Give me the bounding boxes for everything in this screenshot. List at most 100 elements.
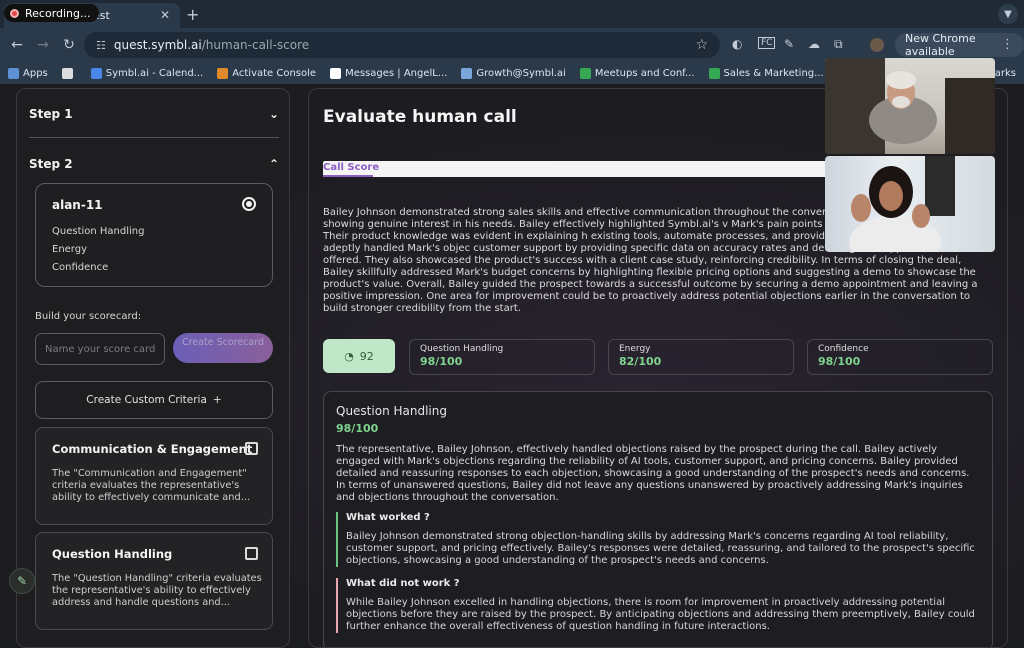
bookmark-item[interactable]: Meetups and Conf... — [579, 67, 695, 79]
what-worked-body: Bailey Johnson demonstrated strong objec… — [346, 531, 975, 566]
metric-question-handling[interactable]: Question Handling 98/100 — [409, 339, 595, 375]
participant-2-image — [849, 156, 955, 252]
bookmark-label: Sales & Marketing... — [723, 67, 824, 79]
overall-score: 92 — [359, 349, 374, 363]
bookmark-label: Growth@Symbl.ai — [476, 67, 566, 79]
what-did-not-work-heading: What did not work ? — [346, 578, 460, 589]
participant-1-image — [825, 58, 995, 154]
chevron-up-icon: ⌃ — [268, 157, 279, 171]
chevron-down-icon: ⌄ — [268, 107, 279, 121]
what-did-not-work-section: What did not work ? While Bailey Johnson… — [336, 578, 976, 633]
detail-body: The representative, Bailey Johnson, effe… — [336, 444, 970, 503]
tab-search-icon[interactable]: ▼ — [998, 4, 1018, 24]
bookmark-item[interactable]: Sales & Marketing... — [708, 67, 824, 79]
url-host: quest.symbl.ai — [113, 38, 202, 52]
build-scorecard-label: Build your scorecard: — [35, 311, 142, 322]
page-title: Evaluate human call — [323, 107, 517, 127]
scorecard-name-input[interactable] — [35, 333, 165, 365]
plus-icon: + — [212, 394, 222, 406]
overall-score-badge: ◔ 92 — [323, 339, 395, 373]
metric-name: Energy — [619, 344, 651, 354]
bookmark-favicon-icon — [579, 67, 591, 79]
what-worked-section: What worked ? Bailey Johnson demonstrate… — [336, 512, 976, 567]
chrome-menu-icon[interactable]: ⋮ — [1001, 37, 1014, 52]
criteria-card-title: Communication & Engagement — [52, 442, 253, 456]
bookmark-item[interactable]: Messages | AngelL... — [330, 67, 448, 79]
bookmark-favicon-icon — [90, 67, 102, 79]
detail-score: 98/100 — [336, 422, 379, 435]
back-icon[interactable]: ← — [4, 37, 30, 53]
criteria-card-question-handling[interactable]: Question Handling The "Question Handling… — [35, 532, 273, 630]
bookmark-favicon-icon — [61, 67, 73, 79]
bookmark-favicon-icon — [461, 67, 473, 79]
bookmark-label: Symbl.ai - Calend... — [105, 67, 204, 79]
bookmarks-overflow[interactable]: arks — [995, 68, 1024, 79]
criteria-item: Question Handling — [52, 226, 145, 237]
site-info-icon[interactable]: ☷ — [96, 39, 106, 52]
url-field[interactable]: ☷ quest.symbl.ai/human-call-score ☆ — [84, 32, 720, 58]
url-path: /human-call-score — [201, 38, 310, 52]
recording-indicator[interactable]: Recording... — [4, 4, 99, 22]
metric-confidence[interactable]: Confidence 98/100 — [807, 339, 993, 375]
bookmark-label: Apps — [23, 67, 48, 79]
step-2-header[interactable]: Step 2 ⌃ — [29, 157, 279, 171]
bookmark-star-icon[interactable]: ☆ — [695, 37, 708, 53]
address-bar-row: ← → ↻ ☷ quest.symbl.ai/human-call-score … — [0, 28, 1024, 62]
scorecard-sidebar: Step 1 ⌄ Step 2 ⌃ alan-11 Question Handl… — [16, 88, 290, 648]
bookmark-item[interactable]: Growth@Symbl.ai — [461, 67, 566, 79]
bookmark-favicon-icon — [217, 67, 229, 79]
extensions-puzzle-icon[interactable]: ⧉ — [834, 37, 843, 52]
bookmark-label: Messages | AngelL... — [345, 67, 448, 79]
scorecard-title: alan-11 — [52, 198, 103, 212]
bookmark-label: Activate Console — [232, 67, 317, 79]
edit-pencil-icon[interactable]: ✎ — [9, 568, 35, 594]
bookmark-item[interactable]: Symbl.ai - Calend... — [90, 67, 204, 79]
radio-selected-icon[interactable] — [242, 197, 256, 211]
extension-icon[interactable]: ◐ — [732, 37, 742, 51]
record-icon — [10, 8, 19, 18]
criteria-card-communication[interactable]: Communication & Engagement The "Communic… — [35, 427, 273, 525]
bookmark-item[interactable] — [61, 67, 77, 79]
create-custom-criteria-button[interactable]: Create Custom Criteria + — [35, 381, 273, 419]
step-1-header[interactable]: Step 1 ⌄ — [29, 107, 279, 121]
bookmark-favicon-icon — [8, 67, 19, 79]
gauge-icon: ◔ — [344, 349, 354, 363]
bookmark-favicon-icon — [708, 67, 720, 79]
checkbox[interactable] — [245, 442, 258, 455]
bookmark-favicon-icon — [330, 67, 342, 79]
video-participant-1 — [825, 58, 995, 154]
criteria-detail-card: Question Handling 98/100 The representat… — [323, 391, 993, 647]
tab-call-score[interactable]: Call Score — [323, 162, 379, 173]
new-tab-icon[interactable]: + — [186, 5, 199, 24]
divider — [29, 137, 279, 138]
bookmark-item[interactable]: Activate Console — [217, 67, 317, 79]
checkbox[interactable] — [245, 547, 258, 560]
step-2-label: Step 2 — [29, 157, 73, 171]
scorecard-option-alan-11[interactable]: alan-11 Question Handling Energy Confide… — [35, 183, 273, 287]
what-worked-heading: What worked ? — [346, 512, 430, 523]
extension-cloud-icon[interactable]: ☁ — [808, 37, 820, 51]
recording-label: Recording... — [25, 6, 91, 20]
extension-fc-icon[interactable]: FC — [758, 37, 776, 49]
custom-criteria-label: Create Custom Criteria — [86, 394, 207, 406]
metric-name: Question Handling — [420, 344, 504, 354]
forward-icon[interactable]: → — [30, 37, 56, 53]
metric-name: Confidence — [818, 344, 869, 354]
reload-icon[interactable]: ↻ — [56, 37, 82, 53]
eyedropper-icon[interactable]: ✎ — [784, 37, 794, 51]
metric-value: 98/100 — [420, 355, 463, 368]
what-did-not-work-body: While Bailey Johnson excelled in handlin… — [346, 597, 975, 632]
close-tab-icon[interactable]: ✕ — [160, 8, 170, 22]
criteria-card-description: The "Question Handling" criteria evaluat… — [52, 573, 262, 608]
bookmark-item[interactable]: Apps — [8, 67, 48, 79]
create-scorecard-button[interactable]: Create Scorecard — [173, 333, 273, 363]
criteria-card-title: Question Handling — [52, 547, 173, 561]
metric-energy[interactable]: Energy 82/100 — [608, 339, 794, 375]
metric-value: 98/100 — [818, 355, 861, 368]
tab-underline — [323, 175, 373, 177]
browser-tab-bar: uest ✕ Recording... + ▼ — [0, 0, 1024, 28]
step-1-label: Step 1 — [29, 107, 73, 121]
criteria-item: Energy — [52, 244, 88, 255]
video-participant-2 — [825, 156, 995, 252]
profile-avatar[interactable] — [870, 38, 884, 52]
